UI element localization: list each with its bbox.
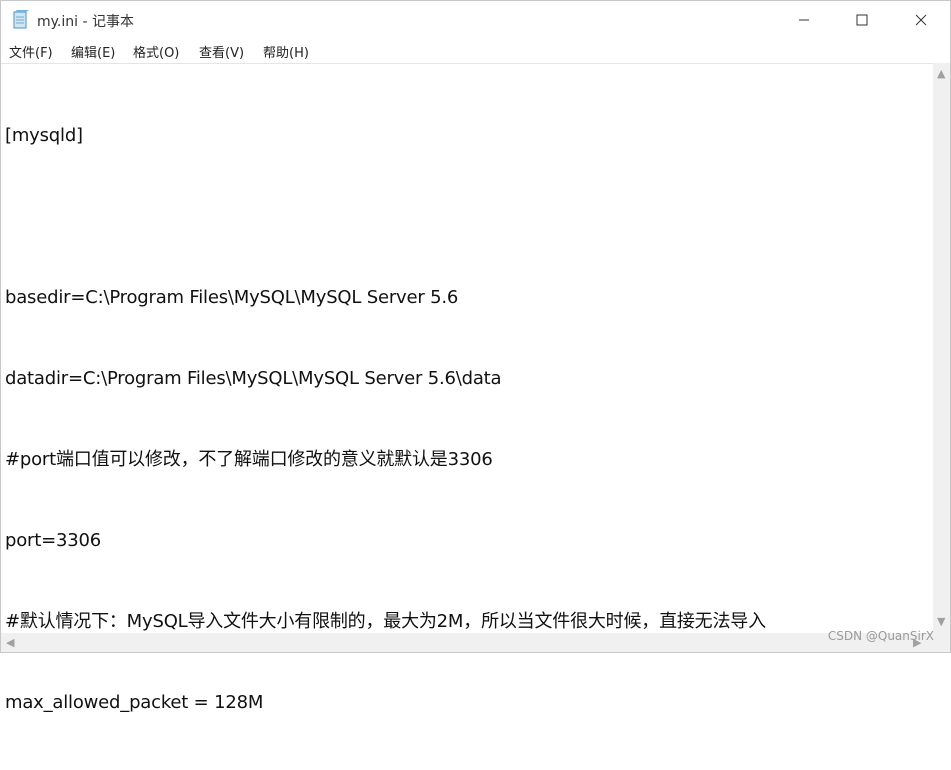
minimize-button[interactable]	[775, 1, 833, 39]
watermark-text: CSDN @QuanSirX	[827, 629, 934, 643]
editor-line: #port端口值可以修改，不了解端口修改的意义就默认是3306	[5, 449, 493, 470]
editor-line: #默认情况下：MySQL导入文件大小有限制的，最大为2M，所以当文件很大时候，直…	[5, 611, 766, 632]
editor-line: port=3306	[5, 530, 101, 551]
menu-view[interactable]: 查看(V)	[199, 42, 244, 61]
window-title: my.ini - 记事本	[37, 14, 134, 30]
editor-line: basedir=C:\Program Files\MySQL\MySQL Ser…	[5, 287, 459, 308]
notepad-window: my.ini - 记事本 文件(F) 编辑(E) 格式(O) 查看(V) 帮助(…	[0, 0, 951, 713]
close-button[interactable]	[892, 1, 950, 39]
editor-text[interactable]: [mysqld] basedir=C:\Program Files\MySQL\…	[5, 68, 766, 770]
menu-bar: 文件(F) 编辑(E) 格式(O) 查看(V) 帮助(H)	[1, 39, 950, 63]
editor-line: datadir=C:\Program Files\MySQL\MySQL Ser…	[5, 368, 502, 389]
horizontal-scrollbar[interactable]: ◀ ▶	[1, 633, 933, 652]
scroll-down-icon[interactable]: ▼	[937, 615, 945, 628]
vertical-scrollbar[interactable]: ▲ ▼	[933, 63, 950, 633]
close-icon	[915, 14, 927, 26]
menu-help[interactable]: 帮助(H)	[263, 42, 309, 61]
title-bar[interactable]: my.ini - 记事本	[1, 1, 950, 39]
scroll-left-icon[interactable]: ◀	[6, 636, 14, 649]
maximize-button[interactable]	[833, 1, 891, 39]
editor-line: max_allowed_packet = 128M	[5, 692, 264, 713]
minimize-icon	[798, 14, 810, 26]
menu-file[interactable]: 文件(F)	[9, 42, 53, 61]
notepad-app-icon	[11, 10, 29, 30]
menu-format[interactable]: 格式(O)	[133, 42, 179, 61]
text-editor[interactable]: [mysqld] basedir=C:\Program Files\MySQL\…	[1, 63, 933, 713]
maximize-icon	[856, 14, 868, 26]
scroll-up-icon[interactable]: ▲	[937, 67, 945, 80]
editor-line: [mysqld]	[5, 125, 83, 146]
scrollbar-corner	[933, 633, 950, 652]
menu-edit[interactable]: 编辑(E)	[71, 42, 115, 61]
